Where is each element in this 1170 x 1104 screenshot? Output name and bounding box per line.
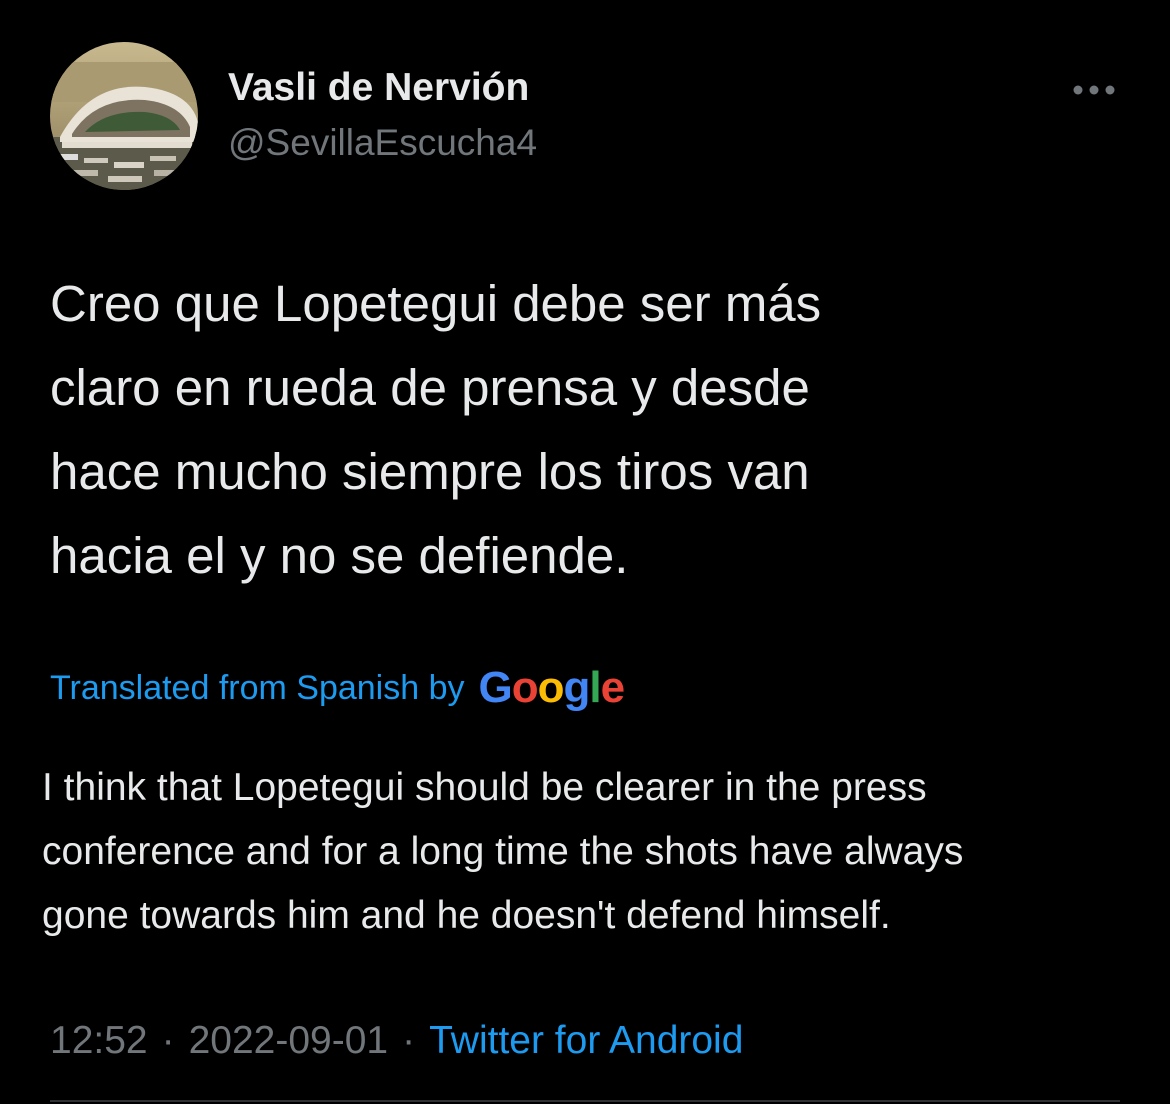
tweet-date[interactable]: 2022-09-01 bbox=[189, 1019, 389, 1063]
translated-text-line: conference and for a long time the shots… bbox=[42, 830, 964, 873]
author-handle[interactable]: @SevillaEscucha4 bbox=[228, 122, 537, 164]
translation-attribution: Translated from Spanish by Google bbox=[50, 660, 626, 716]
tweet-detail: Vasli de Nervión @SevillaEscucha4 Creo q… bbox=[0, 0, 1170, 1104]
tweet-text-line: Creo que Lopetegui debe ser más bbox=[50, 275, 822, 332]
translated-text-line: gone towards him and he doesn't defend h… bbox=[42, 894, 891, 937]
tweet-text-line: hacia el y no se defiende. bbox=[50, 527, 629, 584]
google-logo: Google bbox=[478, 663, 626, 712]
avatar[interactable] bbox=[50, 42, 198, 190]
translated-tweet-text: I think that Lopetegui should be clearer… bbox=[42, 756, 1142, 948]
meta-separator: · bbox=[161, 1019, 175, 1062]
tweet-text: Creo que Lopetegui debe ser más claro en… bbox=[50, 262, 1070, 598]
tweet-source-link[interactable]: Twitter for Android bbox=[429, 1019, 743, 1063]
tweet-text-line: claro en rueda de prensa y desde bbox=[50, 359, 810, 416]
translated-from-link[interactable]: Translated from Spanish by bbox=[50, 669, 465, 708]
divider bbox=[50, 1100, 1120, 1102]
meta-separator: · bbox=[402, 1019, 416, 1062]
tweet-metadata: 12:52 · 2022-09-01 · Twitter for Android bbox=[50, 1013, 743, 1069]
stadium-photo-avatar bbox=[50, 42, 198, 190]
tweet-time[interactable]: 12:52 bbox=[50, 1019, 148, 1063]
tweet-text-line: hace mucho siempre los tiros van bbox=[50, 443, 810, 500]
more-horizontal-icon bbox=[1073, 85, 1115, 95]
more-options-button[interactable] bbox=[1066, 72, 1122, 108]
translated-text-line: I think that Lopetegui should be clearer… bbox=[42, 766, 927, 809]
author-display-name[interactable]: Vasli de Nervión bbox=[228, 66, 529, 110]
